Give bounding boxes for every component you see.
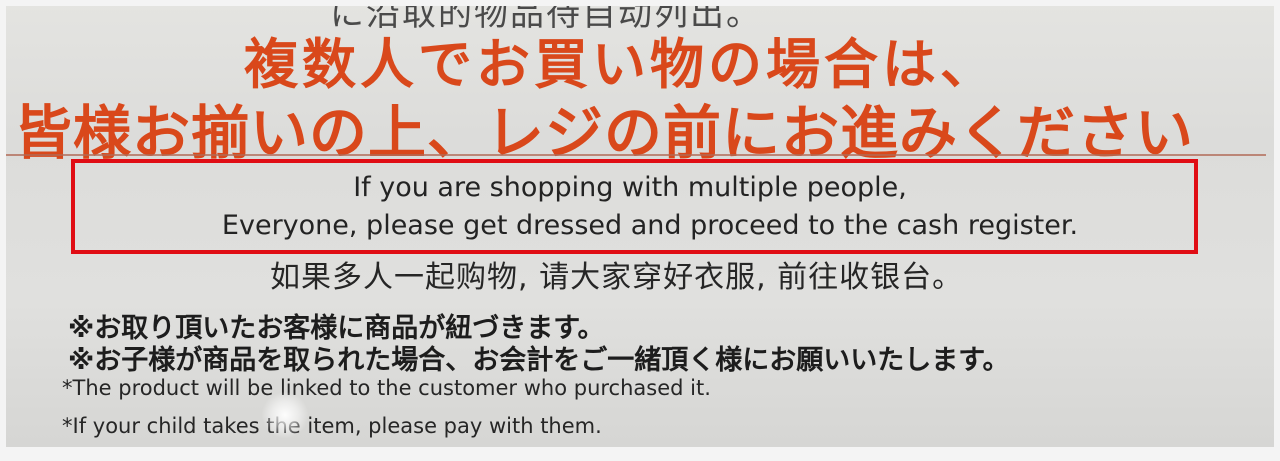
jp-title-line-2: 皆様お揃いの上、レジの前にお進みください: [14, 99, 1195, 167]
jp-note-2: ※お子様が商品を取られた場合、お会計をご一緒頂く様にお願いいたします。: [68, 345, 1010, 376]
en-translation-line-2: Everyone, please get dressed and proceed…: [221, 210, 1079, 241]
en-note-1: *The product will be linked to the custo…: [62, 376, 711, 400]
sign-photo: に沿取的物品待自动列出。 複数人でお買い物の場合は、 皆様お揃いの上、レジの前に…: [0, 0, 1280, 461]
divider-line: [6, 154, 1266, 156]
light-glare: [262, 392, 308, 438]
en-note-2: *If your child takes the item, please pa…: [62, 414, 602, 438]
zh-translation: 如果多人一起购物, 请大家穿好衣服, 前往收银台。: [270, 260, 964, 295]
en-translation-line-1: If you are shopping with multiple people…: [353, 172, 907, 203]
